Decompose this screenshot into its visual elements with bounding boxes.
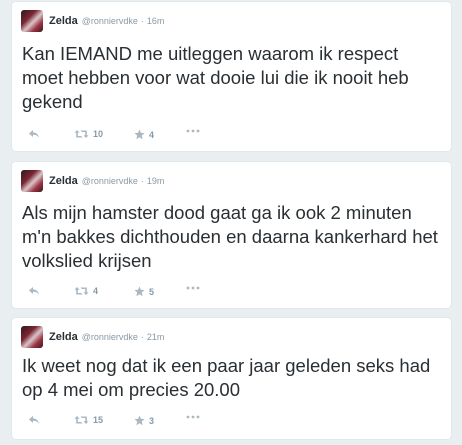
retweet-icon	[74, 416, 89, 424]
reply-icon	[29, 287, 39, 295]
star-icon	[134, 129, 145, 140]
more-icon	[186, 415, 200, 419]
star-icon	[134, 286, 145, 297]
timestamp[interactable]: 16m	[147, 16, 165, 26]
author-handle[interactable]: @ronniervdke	[82, 176, 138, 186]
tweet-header: Zelda @ronniervdke · 19m	[21, 170, 164, 192]
more-button[interactable]	[186, 286, 200, 290]
author-handle[interactable]: @ronniervdke	[82, 332, 138, 342]
author-handle[interactable]: @ronniervdke	[82, 16, 138, 26]
retweet-count: 4	[93, 286, 99, 296]
more-button[interactable]	[186, 129, 200, 133]
reply-icon	[29, 130, 39, 138]
tweet-card[interactable]: Zelda @ronniervdke · 16m Kan IEMAND me u…	[11, 1, 452, 152]
avatar[interactable]	[21, 10, 43, 32]
timestamp[interactable]: 21m	[147, 332, 165, 342]
retweet-button[interactable]: 4	[74, 286, 98, 296]
more-button[interactable]	[186, 415, 200, 419]
separator-dot: ·	[140, 16, 144, 26]
reply-button[interactable]	[28, 415, 40, 425]
tweet-header: Zelda @ronniervdke · 21m	[21, 326, 164, 348]
avatar[interactable]	[21, 170, 43, 192]
favorite-count: 3	[149, 415, 155, 426]
favorite-count: 5	[149, 286, 155, 297]
retweet-count: 10	[93, 129, 104, 139]
star-icon	[134, 415, 145, 426]
author-name[interactable]: Zelda	[49, 331, 78, 343]
retweet-icon	[74, 130, 89, 138]
avatar[interactable]	[21, 326, 43, 348]
retweet-count: 15	[93, 415, 104, 425]
separator-dot: ·	[140, 332, 144, 342]
reply-button[interactable]	[28, 286, 40, 296]
retweet-button[interactable]: 10	[74, 129, 103, 139]
tweet-text: Als mijn hamster dood gaat ga ik ook 2 m…	[22, 202, 438, 271]
tweet-header: Zelda @ronniervdke · 16m	[21, 10, 164, 32]
author-name[interactable]: Zelda	[49, 15, 78, 27]
favorite-button[interactable]: 5	[134, 286, 154, 297]
tweet-card[interactable]: Zelda @ronniervdke · 19m Als mijn hamste…	[11, 161, 452, 309]
reply-button[interactable]	[28, 129, 40, 139]
more-icon	[186, 129, 200, 133]
favorite-button[interactable]: 4	[134, 129, 154, 140]
author-name[interactable]: Zelda	[49, 175, 78, 187]
separator-dot: ·	[140, 176, 144, 186]
tweet-text: Ik weet nog dat ik een paar jaar geleden…	[22, 355, 431, 400]
more-icon	[186, 286, 200, 290]
timestamp[interactable]: 19m	[147, 176, 165, 186]
retweet-button[interactable]: 15	[74, 415, 103, 425]
tweet-text: Kan IEMAND me uitleggen waarom ik respec…	[22, 43, 409, 112]
reply-icon	[29, 416, 39, 424]
retweet-icon	[74, 287, 89, 295]
favorite-button[interactable]: 3	[134, 415, 154, 426]
favorite-count: 4	[149, 129, 155, 140]
tweet-card[interactable]: Zelda @ronniervdke · 21m Ik weet nog dat…	[11, 317, 452, 440]
